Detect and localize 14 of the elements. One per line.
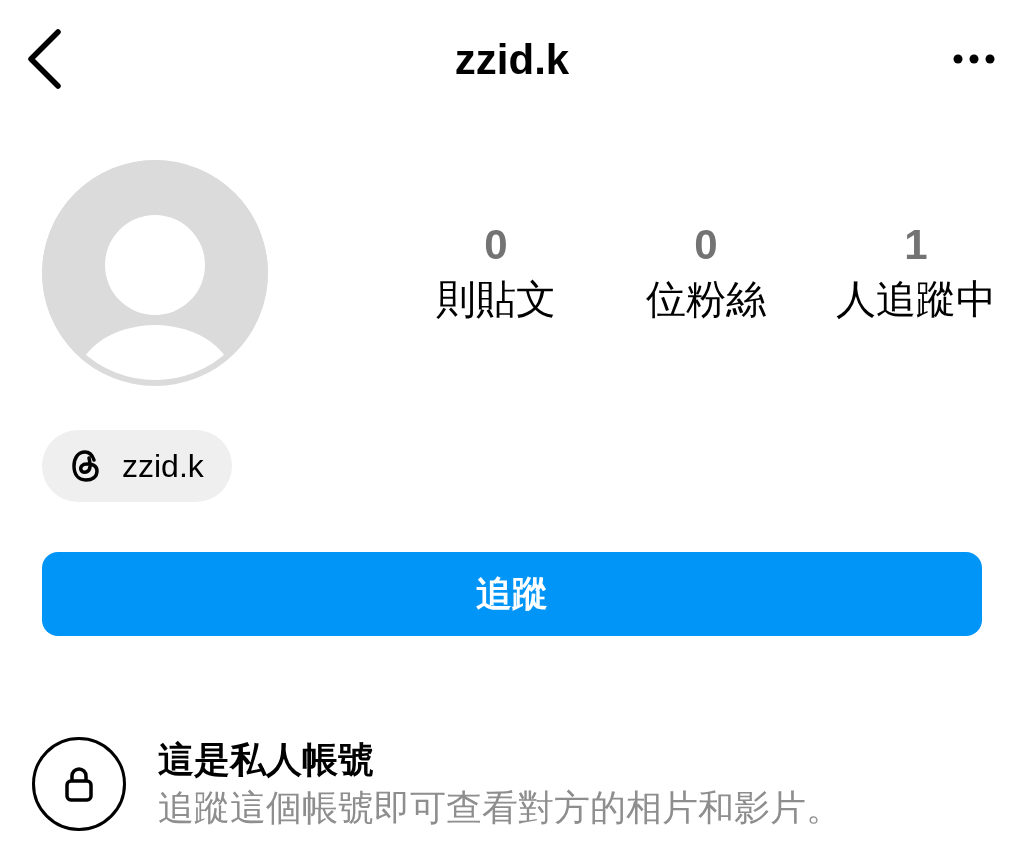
stat-count: 0	[694, 220, 718, 270]
stat-count: 0	[484, 220, 508, 270]
more-icon	[953, 54, 995, 64]
private-account-title: 這是私人帳號	[158, 738, 375, 782]
stat-count: 1	[904, 220, 928, 270]
threads-logo-icon	[70, 448, 102, 484]
private-account-description: 追蹤這個帳號即可查看對方的相片和影片。	[158, 786, 842, 830]
stat-label: 則貼文	[436, 276, 556, 323]
stat-label: 人追蹤中	[836, 276, 996, 323]
back-icon	[26, 29, 62, 89]
threads-badge[interactable]: zzid.k	[42, 430, 232, 502]
username-title: zzid.k	[454, 34, 570, 85]
stat-label: 位粉絲	[646, 276, 766, 323]
lock-icon	[32, 737, 126, 831]
